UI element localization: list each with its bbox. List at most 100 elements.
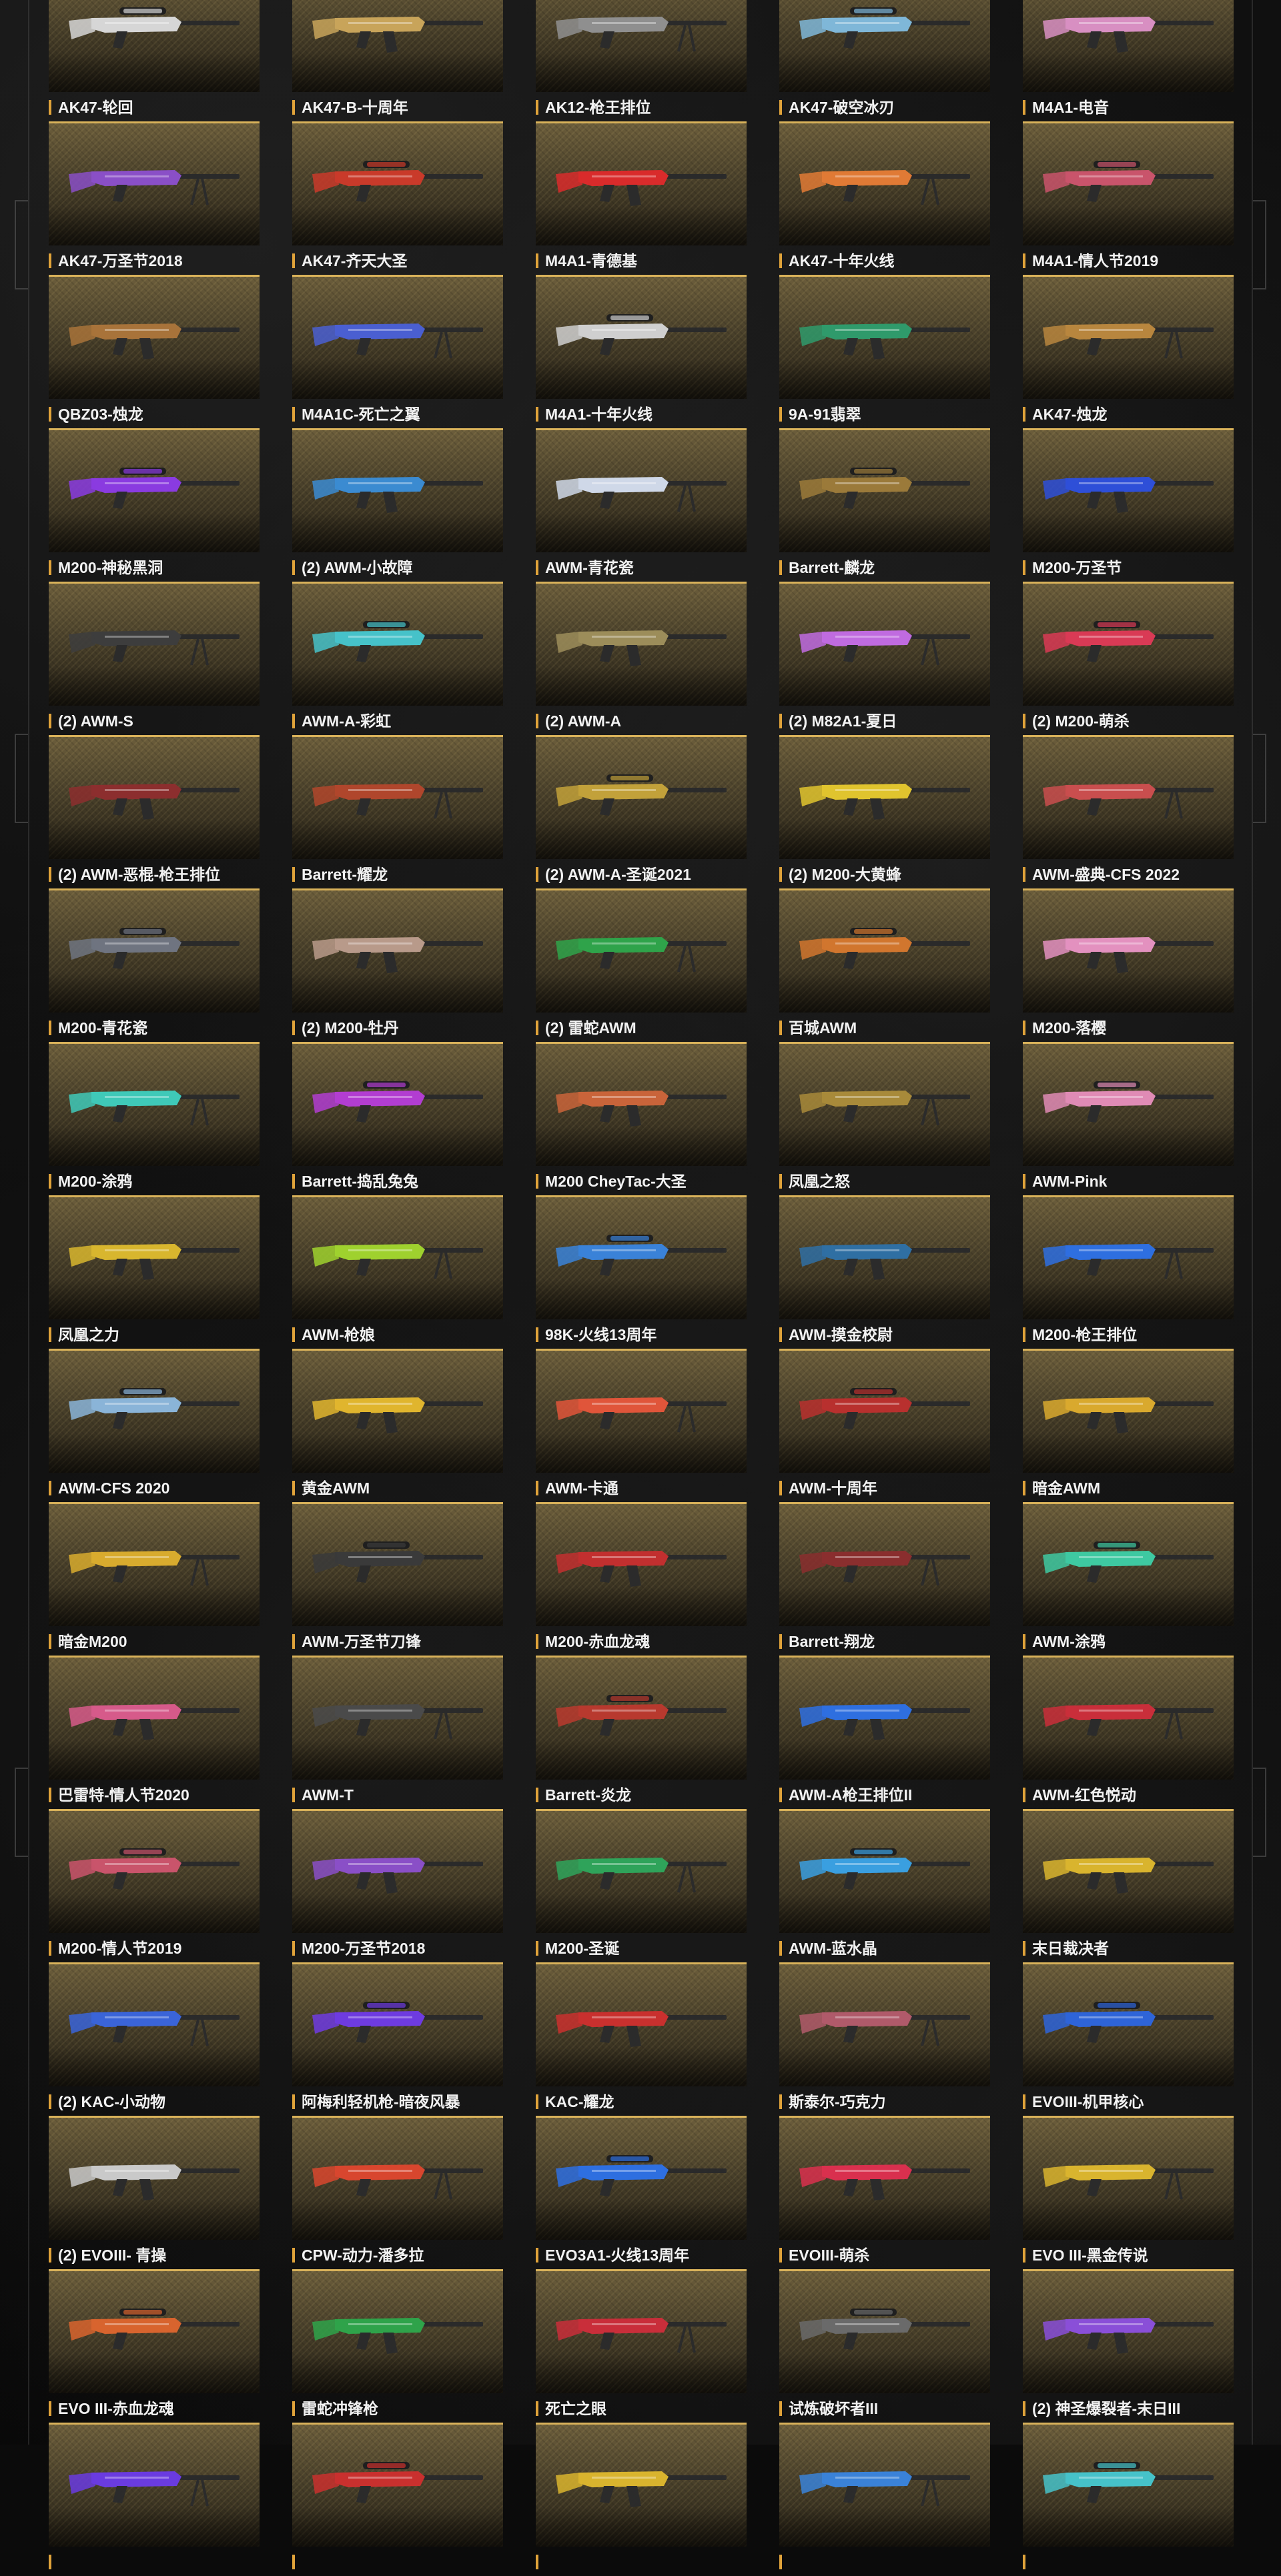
weapon-card[interactable]: 试炼破坏者III [779, 2269, 990, 2423]
weapon-card[interactable]: M200-枪王排位 [1023, 1195, 1234, 1349]
weapon-card[interactable]: EVOIII-萌杀 [779, 2116, 990, 2269]
weapon-card[interactable]: AWM-盛典-CFS 2022 [1023, 735, 1234, 888]
weapon-card[interactable]: AK47-齐天大圣 [292, 121, 503, 275]
weapon-card[interactable]: AWM-卡通 [536, 1349, 747, 1502]
weapon-card[interactable]: AWM-十周年 [779, 1349, 990, 1502]
weapon-card[interactable]: M200-神秘黑洞 [49, 428, 260, 582]
weapon-thumbnail [49, 735, 260, 859]
weapon-card[interactable]: M4A1C-死亡之翼 [292, 275, 503, 428]
weapon-card[interactable]: Barrett-捣乱兔兔 [292, 1042, 503, 1195]
weapon-card[interactable]: 末日裁决者 [1023, 1809, 1234, 1962]
weapon-card[interactable]: (2) KAC-小动物 [49, 1962, 260, 2116]
weapon-image [795, 0, 975, 58]
weapon-card[interactable]: (2) EVOIII- 青操 [49, 2116, 260, 2269]
weapon-card[interactable]: AWM-摸金校尉 [779, 1195, 990, 1349]
weapon-card[interactable] [536, 2423, 747, 2576]
weapon-name: AWM-涂鸦 [1032, 1633, 1106, 1650]
weapon-card[interactable]: AK47-B-十周年 [292, 0, 503, 121]
weapon-card[interactable]: AK47-十年火线 [779, 121, 990, 275]
weapon-card[interactable]: 暗金M200 [49, 1502, 260, 1656]
weapon-card[interactable]: (2) AWM-恶棍-枪王排位 [49, 735, 260, 888]
weapon-card[interactable] [49, 2423, 260, 2576]
weapon-name: 暗金M200 [58, 1633, 127, 1650]
weapon-card[interactable]: KAC-耀龙 [536, 1962, 747, 2116]
weapon-card[interactable]: AK47-烛龙 [1023, 275, 1234, 428]
weapon-card[interactable]: 雷蛇冲锋枪 [292, 2269, 503, 2423]
weapon-card[interactable]: M200-青花瓷 [49, 888, 260, 1042]
weapon-card[interactable]: 98K-火线13周年 [536, 1195, 747, 1349]
weapon-card[interactable]: Barrett-耀龙 [292, 735, 503, 888]
weapon-image [308, 1686, 488, 1746]
weapon-card[interactable]: M4A1-十年火线 [536, 275, 747, 428]
weapon-card[interactable]: AK47-轮回 [49, 0, 260, 121]
weapon-card[interactable]: EVO3A1-火线13周年 [536, 2116, 747, 2269]
weapon-card[interactable]: (2) AWM-S [49, 582, 260, 735]
weapon-thumbnail [1023, 888, 1234, 1013]
weapon-card[interactable] [1023, 2423, 1234, 2576]
weapon-card[interactable]: 黄金AWM [292, 1349, 503, 1502]
weapon-card[interactable]: AWM-A枪王排位II [779, 1656, 990, 1809]
weapon-card[interactable]: AWM-红色悦动 [1023, 1656, 1234, 1809]
weapon-card[interactable]: (2) M200-大黄蜂 [779, 735, 990, 888]
weapon-card[interactable] [779, 2423, 990, 2576]
weapon-card[interactable]: M200-落樱 [1023, 888, 1234, 1042]
weapon-name: 斯泰尔-巧克力 [789, 2093, 886, 2110]
weapon-card[interactable]: 斯泰尔-巧克力 [779, 1962, 990, 2116]
label-accent-bar [49, 100, 51, 115]
weapon-card[interactable] [292, 2423, 503, 2576]
weapon-thumbnail [292, 428, 503, 552]
weapon-card[interactable]: (2) M200-牡丹 [292, 888, 503, 1042]
weapon-card[interactable]: (2) M82A1-夏日 [779, 582, 990, 735]
weapon-card[interactable]: Barrett-麟龙 [779, 428, 990, 582]
weapon-card[interactable]: (2) M200-萌杀 [1023, 582, 1234, 735]
weapon-card[interactable]: 死亡之眼 [536, 2269, 747, 2423]
weapon-card[interactable]: M200-情人节2019 [49, 1809, 260, 1962]
weapon-card[interactable]: M200 CheyTac-大圣 [536, 1042, 747, 1195]
weapon-card[interactable]: AWM-CFS 2020 [49, 1349, 260, 1502]
weapon-card[interactable]: Barrett-炎龙 [536, 1656, 747, 1809]
weapon-card[interactable]: M200-万圣节2018 [292, 1809, 503, 1962]
label-accent-bar [536, 2094, 538, 2109]
weapon-card[interactable]: AWM-A-彩虹 [292, 582, 503, 735]
weapon-card[interactable]: (2) 雷蛇AWM [536, 888, 747, 1042]
weapon-card[interactable]: 9A-91翡翠 [779, 275, 990, 428]
weapon-card[interactable]: M200-涂鸦 [49, 1042, 260, 1195]
weapon-card[interactable]: (2) AWM-小故障 [292, 428, 503, 582]
weapon-card[interactable]: AK47-破空冰刃 [779, 0, 990, 121]
weapon-card[interactable]: M200-万圣节 [1023, 428, 1234, 582]
weapon-card[interactable]: 凤凰之怒 [779, 1042, 990, 1195]
weapon-card[interactable]: AK12-枪王排位 [536, 0, 747, 121]
weapon-card[interactable]: QBZ03-烛龙 [49, 275, 260, 428]
weapon-card[interactable]: 百城AWM [779, 888, 990, 1042]
weapon-card[interactable]: M200-圣诞 [536, 1809, 747, 1962]
weapon-card[interactable]: EVOIII-机甲核心 [1023, 1962, 1234, 2116]
weapon-card[interactable]: AWM-T [292, 1656, 503, 1809]
weapon-card[interactable]: AWM-枪娘 [292, 1195, 503, 1349]
weapon-card[interactable]: Barrett-翔龙 [779, 1502, 990, 1656]
weapon-card[interactable]: 凤凰之力 [49, 1195, 260, 1349]
weapon-card[interactable]: AK47-万圣节2018 [49, 121, 260, 275]
weapon-card[interactable]: (2) 神圣爆裂者-末日III [1023, 2269, 1234, 2423]
weapon-silhouette [69, 1704, 240, 1740]
weapon-card[interactable]: M4A1-情人节2019 [1023, 121, 1234, 275]
weapon-card[interactable]: (2) AWM-A [536, 582, 747, 735]
weapon-card[interactable]: CPW-动力-潘多拉 [292, 2116, 503, 2269]
weapon-thumbnail [49, 1042, 260, 1166]
weapon-card[interactable]: 暗金AWM [1023, 1349, 1234, 1502]
weapon-thumbnail [1023, 1042, 1234, 1166]
weapon-card[interactable]: AWM-涂鸦 [1023, 1502, 1234, 1656]
weapon-card[interactable]: EVO III-赤血龙魂 [49, 2269, 260, 2423]
weapon-card[interactable]: M200-赤血龙魂 [536, 1502, 747, 1656]
weapon-card[interactable]: AWM-蓝水晶 [779, 1809, 990, 1962]
weapon-card[interactable]: M4A1-电音 [1023, 0, 1234, 121]
weapon-thumbnail [292, 275, 503, 399]
weapon-card[interactable]: EVO III-黑金传说 [1023, 2116, 1234, 2269]
weapon-card[interactable]: (2) AWM-A-圣诞2021 [536, 735, 747, 888]
weapon-silhouette [312, 1081, 483, 1123]
weapon-card[interactable]: 巴雷特-情人节2020 [49, 1656, 260, 1809]
weapon-card[interactable]: AWM-青花瓷 [536, 428, 747, 582]
weapon-card[interactable]: AWM-Pink [1023, 1042, 1234, 1195]
weapon-card[interactable]: M4A1-青德基 [536, 121, 747, 275]
weapon-card[interactable]: AWM-万圣节刀锋 [292, 1502, 503, 1656]
weapon-card[interactable]: 阿梅利轻机枪-暗夜风暴 [292, 1962, 503, 2116]
